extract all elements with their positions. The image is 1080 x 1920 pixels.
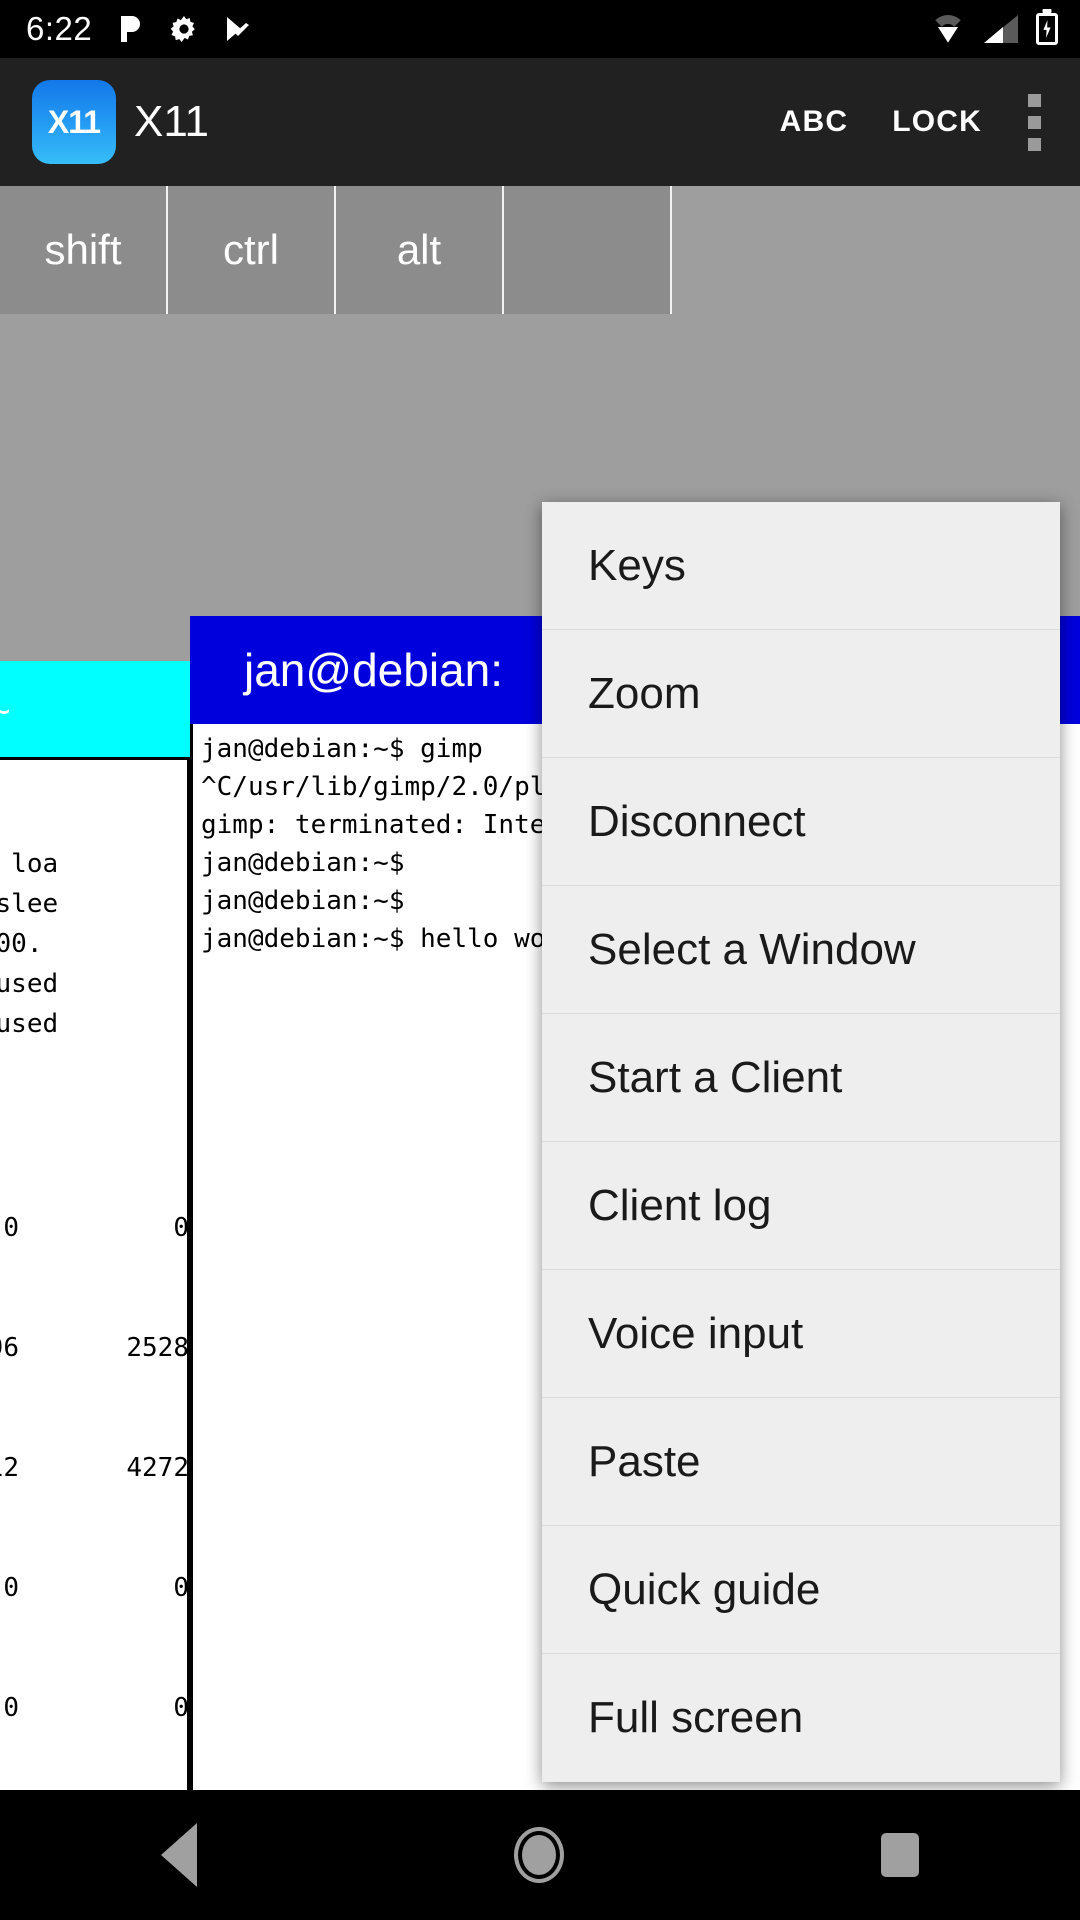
top-terminal-window[interactable]: 5 users, loa ning, 134 slee 0.0 ni,100. … [0,757,190,1847]
menu-item-full-screen[interactable]: Full screen [542,1654,1060,1782]
overflow-menu[interactable]: Keys Zoom Disconnect Select a Window Sta… [542,502,1060,1782]
x11-desktop[interactable]: ~ 5 users, loa ning, 134 slee 0.0 ni,100… [0,314,1080,1850]
top-terminal-header: 5 users, loa ning, 134 slee 0.0 ni,100. … [0,849,59,1039]
pandora-icon [114,13,146,45]
back-triangle-icon[interactable] [160,1823,197,1887]
dot-1 [1027,93,1041,107]
menu-item-zoom[interactable]: Zoom [542,630,1060,758]
top-row: 00 [3,1213,189,1243]
key-alt[interactable]: alt [336,186,504,314]
dot-2 [1027,115,1041,129]
top-row: 36962528 [0,1333,189,1363]
page-title: X11 [134,97,210,146]
cell-signal-icon [984,15,1018,43]
cyan-window[interactable]: ~ [0,661,190,757]
lock-button[interactable]: LOCK [892,105,982,139]
navigation-bar [0,1790,1080,1920]
overflow-menu-button[interactable] [1027,93,1041,151]
phone-screen: 6:22 X11 X11 ABC LOCK shift ctrl alt ~ l… [0,0,1080,1920]
key-extra[interactable] [504,186,672,314]
menu-item-select-a-window[interactable]: Select a Window [542,886,1060,1014]
home-circle-icon[interactable] [517,1831,560,1879]
top-row: 229124272 [0,1453,189,1483]
key-ctrl[interactable]: ctrl [168,186,336,314]
modifier-key-row: shift ctrl alt [0,186,1080,314]
abc-button[interactable]: ABC [780,105,849,139]
gear-icon [168,13,200,45]
app-bar: X11 X11 ABC LOCK [0,58,1080,186]
checkmark-arrow-icon [222,13,254,45]
menu-item-keys[interactable]: Keys [542,502,1060,630]
dot-3 [1027,137,1041,151]
battery-charging-icon [1036,13,1058,45]
menu-item-disconnect[interactable]: Disconnect [542,758,1060,886]
status-bar-left: 6:22 [0,10,254,48]
top-terminal-columns: 00 36962528 229124272 00 00 00 00 00 00 … [0,1124,189,1844]
recent-apps-square-icon[interactable] [881,1833,920,1877]
menu-item-voice-input[interactable]: Voice input [542,1270,1060,1398]
app-logo-icon: X11 [32,80,116,164]
menu-item-start-a-client[interactable]: Start a Client [542,1014,1060,1142]
key-shift[interactable]: shift [0,186,168,314]
top-row: 00 [3,1693,189,1723]
status-bar: 6:22 [0,0,1080,58]
cyan-window-glyph: ~ [0,691,11,731]
top-row: 00 [3,1573,189,1603]
menu-item-client-log[interactable]: Client log [542,1142,1060,1270]
menu-item-quick-guide[interactable]: Quick guide [542,1526,1060,1654]
wifi-icon [930,15,966,43]
status-bar-right [930,13,1080,45]
menu-item-paste[interactable]: Paste [542,1398,1060,1526]
status-clock: 6:22 [26,10,93,47]
